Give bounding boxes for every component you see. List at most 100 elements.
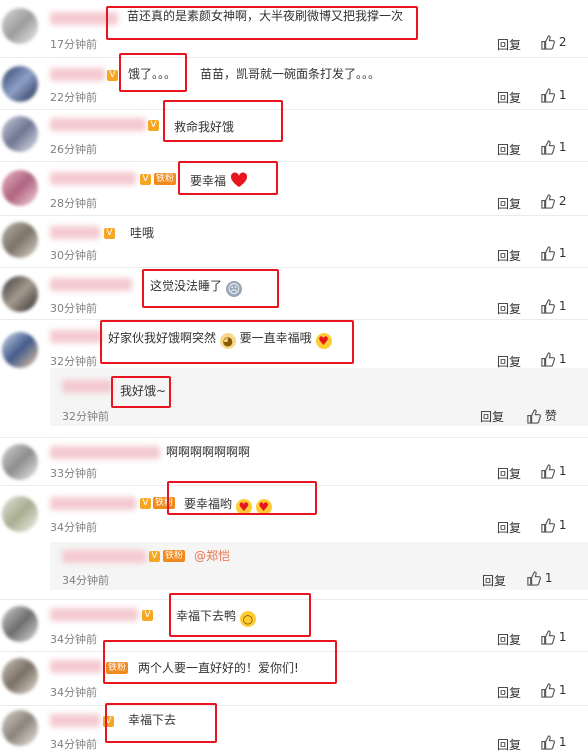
- like-button[interactable]: 1: [540, 352, 566, 367]
- username-blurred[interactable]: [50, 172, 136, 185]
- vip-icon: V: [107, 70, 118, 81]
- reply-button[interactable]: 回复: [497, 36, 521, 53]
- comment-item: 好家伙我好饿啊突然 ◕ 要一直幸福哦 ♥ 32分钟前 回复 1 我好饿~ 32分…: [0, 320, 588, 436]
- like-button[interactable]: 2: [540, 194, 566, 209]
- avatar[interactable]: [2, 606, 38, 642]
- reply-button[interactable]: 回复: [497, 300, 521, 317]
- reply-button[interactable]: 回复: [480, 408, 504, 425]
- thumbs-up-icon: [541, 88, 555, 103]
- avatar[interactable]: [2, 332, 38, 368]
- comment-time: 34分钟前: [50, 738, 97, 751]
- avatar[interactable]: [2, 496, 38, 532]
- comment-item: 这觉没法睡了 ☹ 30分钟前 回复 1: [0, 268, 588, 318]
- highlight-box: [106, 6, 418, 40]
- like-button[interactable]: 1: [540, 630, 566, 645]
- comment-item: V 救命我好饿 26分钟前 回复 1: [0, 100, 588, 160]
- avatar[interactable]: [2, 276, 38, 312]
- comment-item: V 铁粉 要幸福哟 ♥ ♥ 34分钟前 回复 1 V 铁粉 @郑恺 34分钟前 …: [0, 481, 588, 598]
- comment-time: 30分钟前: [50, 249, 97, 262]
- highlight-box: [169, 593, 311, 637]
- comment-item: 苗还真的是素颜女神啊，大半夜刷微博又把我撑一次 17分钟前 回复 2: [0, 0, 588, 56]
- thumbs-up-icon: [541, 464, 555, 479]
- reply-button[interactable]: 回复: [497, 247, 521, 264]
- avatar[interactable]: [2, 222, 38, 258]
- reply-button[interactable]: 回复: [497, 141, 521, 158]
- username-blurred[interactable]: [50, 68, 105, 81]
- username-blurred[interactable]: [62, 550, 146, 563]
- thumbs-up-icon: [541, 352, 555, 367]
- username-blurred[interactable]: [50, 714, 100, 727]
- like-count: 1: [558, 735, 567, 749]
- like-count: 1: [558, 464, 567, 478]
- like-button[interactable]: 1: [540, 88, 566, 103]
- comment-list: 苗还真的是素颜女神啊，大半夜刷微博又把我撑一次 17分钟前 回复 2 V 饿了。…: [0, 0, 588, 752]
- highlight-box: [100, 320, 354, 364]
- like-button[interactable]: 1: [540, 140, 566, 155]
- comment-time: 22分钟前: [50, 91, 97, 104]
- reply-button[interactable]: 回复: [497, 465, 521, 482]
- username-blurred[interactable]: [50, 226, 100, 239]
- comment-time: 34分钟前: [50, 633, 97, 646]
- avatar[interactable]: [2, 66, 38, 102]
- avatar[interactable]: [2, 658, 38, 694]
- comment-item: V 哇哦 30分钟前 回复 1: [0, 216, 588, 266]
- avatar[interactable]: [2, 8, 38, 44]
- reply-button[interactable]: 回复: [497, 736, 521, 753]
- username-blurred[interactable]: [62, 380, 112, 393]
- comment-item: 啊啊啊啊啊啊啊 33分钟前 回复 1: [0, 438, 588, 484]
- comment-item: V 铁粉 要幸福 28分钟前 回复 2: [0, 161, 588, 214]
- avatar[interactable]: [2, 710, 38, 746]
- comment-time: 30分钟前: [50, 302, 97, 315]
- username-blurred[interactable]: [50, 330, 102, 343]
- comment-text: 哇哦: [130, 226, 155, 240]
- like-button[interactable]: 1: [540, 299, 566, 314]
- like-button[interactable]: 1: [540, 246, 566, 261]
- comment-text-extra: 苗苗，凯哥就一碗面条打发了。。。: [200, 67, 381, 81]
- username-blurred[interactable]: [50, 278, 132, 291]
- comment-time: 28分钟前: [50, 197, 97, 210]
- thumbs-up-icon: [541, 299, 555, 314]
- sub-reply-panel: 我好饿~ 32分钟前 回复 赞: [50, 368, 588, 426]
- like-button[interactable]: 2: [540, 35, 566, 50]
- like-count: 1: [558, 246, 567, 260]
- reply-button[interactable]: 回复: [482, 572, 506, 589]
- reply-button[interactable]: 回复: [497, 684, 521, 701]
- like-button[interactable]: 1: [540, 518, 566, 533]
- thumbs-up-icon: [541, 683, 555, 698]
- like-count: 1: [558, 299, 567, 313]
- reply-button[interactable]: 回复: [497, 89, 521, 106]
- thumbs-up-icon: [527, 571, 541, 586]
- comment-item: V 幸福下去 34分钟前 回复 1: [0, 703, 588, 752]
- thumbs-up-icon: [541, 518, 555, 533]
- like-button[interactable]: 赞: [526, 407, 557, 424]
- username-blurred[interactable]: [50, 118, 146, 131]
- like-button[interactable]: 1: [540, 735, 566, 750]
- avatar[interactable]: [2, 116, 38, 152]
- avatar[interactable]: [2, 444, 38, 480]
- thumbs-up-icon: [541, 735, 555, 750]
- highlight-box: [178, 161, 278, 195]
- reply-button[interactable]: 回复: [497, 195, 521, 212]
- like-count: 1: [544, 571, 553, 585]
- username-blurred[interactable]: [50, 660, 102, 673]
- thumbs-up-icon: [541, 35, 555, 50]
- username-blurred[interactable]: [50, 608, 138, 621]
- comment-item: V 饿了。。。 苗苗，凯哥就一碗面条打发了。。。 22分钟前 回复 1: [0, 53, 588, 108]
- like-label: 赞: [544, 409, 557, 423]
- sub-reply-text: @郑恺: [194, 548, 230, 564]
- like-count: 1: [558, 518, 567, 532]
- username-blurred[interactable]: [50, 446, 160, 459]
- highlight-box: [111, 376, 171, 408]
- sub-reply-time: 32分钟前: [62, 410, 109, 423]
- reply-button[interactable]: 回复: [497, 519, 521, 536]
- avatar[interactable]: [2, 170, 38, 206]
- reply-button[interactable]: 回复: [497, 631, 521, 648]
- vip-icon: V: [148, 120, 159, 131]
- comment-time: 34分钟前: [50, 521, 97, 534]
- mention-link[interactable]: @郑恺: [194, 549, 230, 563]
- like-button[interactable]: 1: [526, 571, 552, 586]
- like-button[interactable]: 1: [540, 464, 566, 479]
- username-blurred[interactable]: [50, 497, 136, 510]
- like-button[interactable]: 1: [540, 683, 566, 698]
- like-count: 2: [558, 194, 567, 208]
